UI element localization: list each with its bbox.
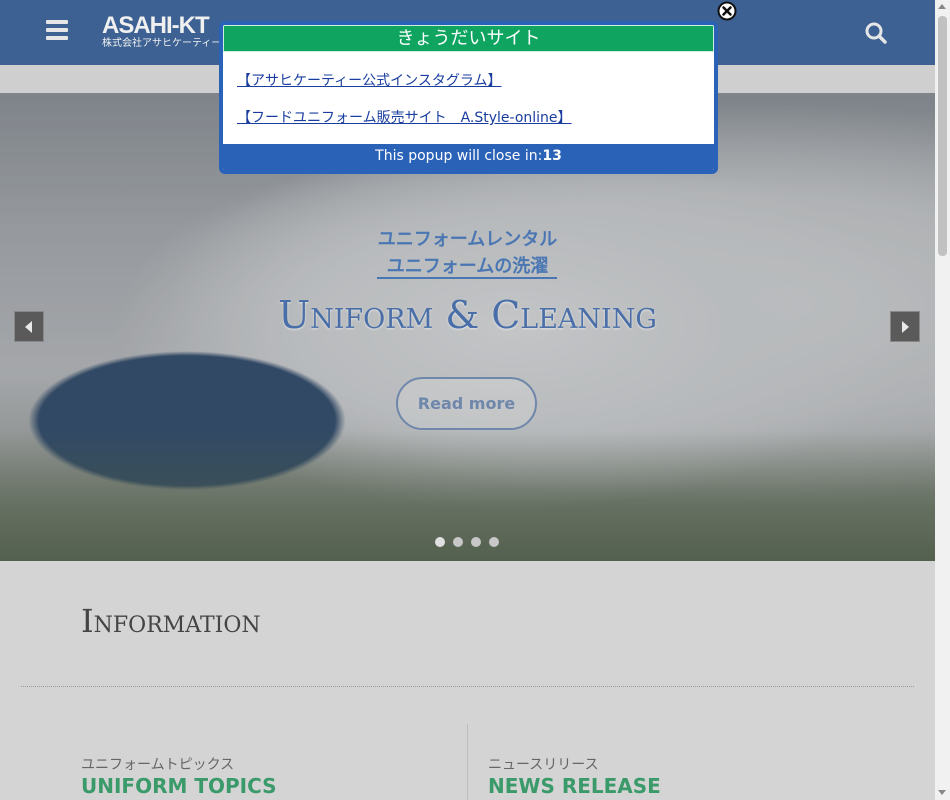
- scroll-up-arrow-icon[interactable]: [938, 4, 946, 9]
- page-scrollbar[interactable]: [935, 0, 950, 800]
- hero-subtitle-line1: ユニフォームレンタル: [377, 229, 558, 250]
- popup-close-icon[interactable]: [717, 1, 737, 21]
- instagram-link[interactable]: 【アサヒケーティー公式インスタグラム】: [237, 70, 501, 90]
- slider-dots: [435, 537, 499, 547]
- slider-dot-2[interactable]: [453, 537, 463, 547]
- caret-left-icon: [25, 320, 32, 333]
- uniform-topics-heading[interactable]: UNIFORM TOPICS: [81, 774, 277, 798]
- hero-title: Uniform & Cleaning: [278, 293, 657, 337]
- slider-next-button[interactable]: [890, 311, 920, 342]
- popup-countdown: This popup will close in:13: [223, 144, 714, 170]
- popup-title: きょうだいサイト: [223, 25, 714, 52]
- slider-dot-1[interactable]: [435, 537, 445, 547]
- column-divider: [467, 724, 468, 800]
- scroll-down-arrow-icon[interactable]: [938, 790, 946, 795]
- countdown-label: This popup will close in:: [375, 148, 543, 164]
- slider-dot-3[interactable]: [471, 537, 481, 547]
- slider-dot-4[interactable]: [489, 537, 499, 547]
- news-release-jp: ニュースリリース: [488, 757, 599, 773]
- sister-sites-popup: きょうだいサイト 【アサヒケーティー公式インスタグラム】 【フードユニフォーム販…: [219, 21, 718, 174]
- information-divider: [21, 686, 914, 687]
- uniform-topics-jp: ユニフォームトピックス: [81, 757, 235, 773]
- hamburger-menu-icon[interactable]: [46, 20, 68, 40]
- information-heading: Information: [81, 602, 261, 640]
- news-release-heading[interactable]: NEWS RELEASE: [488, 774, 661, 798]
- read-more-button[interactable]: Read more: [396, 377, 537, 430]
- hero-subtitle-line2: ユニフォームの洗濯: [386, 256, 549, 277]
- logo-mark: ASAHI-KT: [102, 12, 210, 39]
- astyle-online-link[interactable]: 【フードユニフォーム販売サイト A.Style-online】: [237, 107, 572, 127]
- hero-subtitle-underline: [377, 277, 557, 279]
- caret-right-icon: [902, 320, 909, 333]
- slider-prev-button[interactable]: [14, 311, 44, 342]
- site-logo[interactable]: ASAHI-KT 株式会社アサヒケーティー: [102, 14, 221, 50]
- logo-company-name: 株式会社アサヒケーティー: [102, 38, 222, 49]
- search-icon[interactable]: [865, 22, 887, 44]
- countdown-value: 13: [542, 148, 562, 164]
- scroll-thumb[interactable]: [938, 16, 947, 256]
